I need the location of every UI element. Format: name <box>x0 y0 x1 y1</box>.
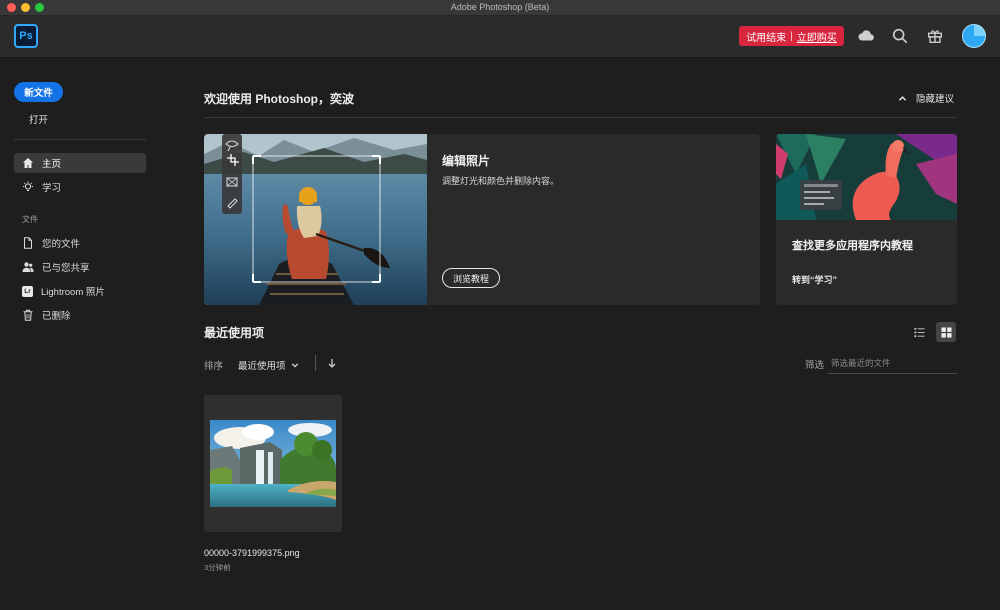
learn-tutorials-card[interactable]: 查找更多应用程序内教程 转到“学习” <box>776 134 957 305</box>
edit-photo-title: 编辑照片 <box>442 154 491 168</box>
sidebar-item-label: 主页 <box>42 159 62 170</box>
sidebar-divider <box>14 139 146 140</box>
home-icon <box>23 158 33 168</box>
hide-suggestions-label: 隐藏建议 <box>916 94 955 105</box>
grid-view-icon <box>940 326 952 338</box>
list-view-button[interactable] <box>909 322 929 342</box>
flamingo-image <box>776 134 957 220</box>
trash-icon <box>23 309 33 321</box>
sidebar-item-label: 学习 <box>42 183 62 194</box>
recent-heading: 最近使用项 <box>204 326 265 340</box>
shared-user-icon <box>22 262 34 272</box>
cloud-icon[interactable] <box>857 27 875 45</box>
trial-separator: | <box>790 30 793 42</box>
lightroom-icon: Lr <box>22 285 33 297</box>
filter-label: 筛选 <box>805 360 825 371</box>
window-title: Adobe Photoshop (Beta) <box>450 2 550 12</box>
sidebar-item-label: 已与您共享 <box>42 263 90 274</box>
trial-banner[interactable]: 试用结束 | 立即购买 <box>739 26 844 46</box>
sort-separator <box>315 355 316 371</box>
sidebar-item-shared[interactable]: 已与您共享 <box>14 257 146 277</box>
files-section-heading: 文件 <box>22 215 38 224</box>
buy-now-link[interactable]: 立即购买 <box>797 29 837 44</box>
sidebar-item-label: 已删除 <box>42 311 71 322</box>
sidebar-item-label: 您的文件 <box>42 239 81 250</box>
sidebar-item-home[interactable]: 主页 <box>14 153 146 173</box>
filter-input[interactable] <box>828 352 957 374</box>
sidebar-item-learn[interactable]: 学习 <box>14 177 146 197</box>
app-header: Ps 试用结束 | 立即购买 <box>0 16 1000 58</box>
user-avatar[interactable] <box>962 24 986 48</box>
file-thumbnail <box>210 420 336 507</box>
sort-dropdown[interactable]: 最近使用项 <box>238 358 299 372</box>
arrow-down-icon <box>328 359 336 368</box>
recent-file-name[interactable]: 00000-3791999375.png <box>204 548 300 558</box>
welcome-heading: 欢迎使用 Photoshop，奕波 <box>204 92 354 106</box>
edit-photo-description: 调整灯光和颜色并删除内容。 <box>442 176 560 186</box>
list-view-icon <box>913 327 925 337</box>
go-to-learn-link[interactable]: 转到“学习” <box>792 273 837 286</box>
trial-ended-label: 试用结束 <box>746 32 787 44</box>
sort-label: 排序 <box>204 361 224 372</box>
sidebar-item-label: Lightroom 照片 <box>41 287 105 298</box>
open-button[interactable]: 打开 <box>29 112 48 126</box>
document-icon <box>24 237 32 249</box>
browse-tutorial-button[interactable]: 浏览教程 <box>442 268 500 288</box>
window-titlebar: Adobe Photoshop (Beta) <box>0 0 1000 16</box>
edit-photo-card[interactable]: 编辑照片 调整灯光和颜色并删除内容。 浏览教程 <box>204 134 760 305</box>
gift-icon[interactable] <box>926 27 944 45</box>
sidebar: 新文件 打开 主页 学习 文件 您的文件 已与您共享 Lr Lightroom … <box>0 58 160 610</box>
main-divider <box>204 117 957 118</box>
sidebar-item-deleted[interactable]: 已删除 <box>14 305 146 325</box>
sidebar-item-lightroom[interactable]: Lr Lightroom 照片 <box>14 281 146 301</box>
lightbulb-icon <box>23 181 33 191</box>
sort-direction-button[interactable] <box>326 357 338 369</box>
grid-view-button[interactable] <box>936 322 956 342</box>
learn-card-title: 查找更多应用程序内教程 <box>792 240 913 252</box>
recent-file-card[interactable] <box>204 395 342 532</box>
sidebar-item-your-files[interactable]: 您的文件 <box>14 233 146 253</box>
search-icon[interactable] <box>891 27 909 45</box>
chevron-up-icon <box>898 95 907 101</box>
sort-dropdown-value: 最近使用项 <box>238 361 286 372</box>
chevron-down-icon <box>291 363 298 368</box>
photoshop-logo[interactable]: Ps <box>14 24 38 48</box>
new-file-button[interactable]: 新文件 <box>14 82 63 102</box>
canoe-photo <box>204 134 427 305</box>
recent-file-time: 3分钟前 <box>204 563 231 572</box>
hide-suggestions-button[interactable]: 隐藏建议 <box>898 91 954 105</box>
